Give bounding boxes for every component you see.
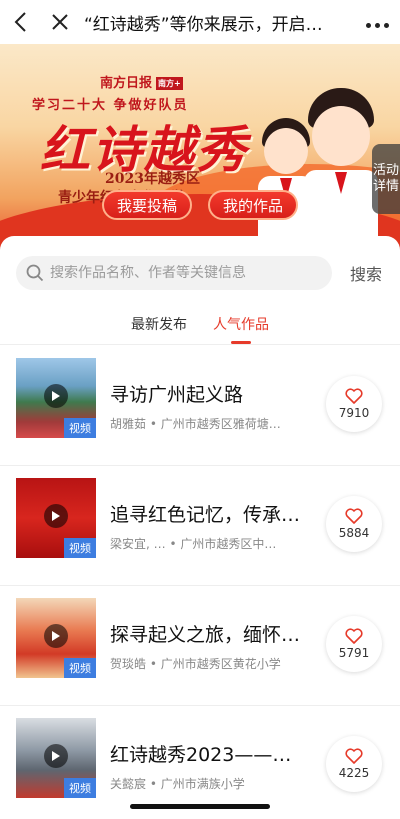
video-thumbnail[interactable]: 视频 [16,478,96,558]
search-icon [26,264,44,282]
video-thumbnail[interactable]: 视频 [16,358,96,438]
search-input[interactable] [50,265,320,281]
video-badge: 视频 [64,778,96,798]
brand-seal: 南方+ [156,77,183,90]
like-count: 5884 [338,526,370,540]
list-item[interactable]: 视频 寻访广州起义路 胡雅茹 • 广州市越秀区雅荷塘… 7910 [0,346,400,466]
search-bar: 搜索 [16,256,384,290]
like-count: 4225 [338,766,370,780]
close-icon [52,14,68,30]
more-dots-icon [364,13,391,32]
item-meta: 胡雅茹 • 广州市越秀区雅荷塘… [110,417,281,431]
video-badge: 视频 [64,538,96,558]
home-indicator[interactable] [130,804,270,809]
play-icon [44,384,68,408]
heart-icon [345,748,363,764]
video-badge: 视频 [64,418,96,438]
activity-details-tab[interactable]: 活动 详情 [372,144,400,214]
tab-popular[interactable]: 人气作品 [213,314,269,344]
item-title[interactable]: 探寻起义之旅，缅怀… [110,620,310,647]
top-nav-bar: “红诗越秀”等你来展示，开启… [0,0,400,44]
brand-logo: 南方日报 南方+ [100,76,183,91]
content-panel: 搜索 最新发布 人气作品 视频 寻访广州起义路 胡雅茹 • 广州市越秀区雅荷塘…… [0,236,400,819]
list-item[interactable]: 视频 探寻起义之旅，缅怀… 贺琰皓 • 广州市越秀区黄花小学 5791 [0,586,400,706]
chevron-left-icon [14,12,26,32]
more-button[interactable] [354,0,400,44]
heart-icon [345,388,363,404]
list-item[interactable]: 视频 红诗越秀2023——… 关懿宸 • 广州市满族小学 4225 [0,706,400,819]
like-count: 5791 [338,646,370,660]
page-title: “红诗越秀”等你来展示，开启… [84,14,323,35]
like-button[interactable]: 5791 [326,616,382,672]
like-button[interactable]: 5884 [326,496,382,552]
like-button[interactable]: 7910 [326,376,382,432]
play-icon [44,624,68,648]
video-thumbnail[interactable]: 视频 [16,598,96,678]
hero-banner: 南方日报南方+ 学习二十大 争做好队员 红诗越秀 2023年越秀区 青少年红色文… [0,44,400,250]
item-title[interactable]: 追寻红色记忆，传承… [110,500,310,527]
tab-bar: 最新发布 人气作品 [0,314,400,344]
heart-icon [345,628,363,644]
video-badge: 视频 [64,658,96,678]
works-list: 视频 寻访广州起义路 胡雅茹 • 广州市越秀区雅荷塘… 7910 视频 追寻红色… [0,346,400,819]
kid-illustration-right [300,84,382,250]
heart-icon [345,508,363,524]
play-icon [44,504,68,528]
item-meta: 关懿宸 • 广州市满族小学 [110,777,245,791]
like-count: 7910 [338,406,370,420]
search-button[interactable]: 搜索 [350,261,382,285]
item-meta: 贺琰皓 • 广州市越秀区黄花小学 [110,657,281,671]
item-meta: 梁安宜, … • 广州市越秀区中… [110,537,277,551]
back-button[interactable] [0,0,40,44]
item-title[interactable]: 寻访广州起义路 [110,380,310,407]
search-box[interactable] [16,256,332,290]
item-title[interactable]: 红诗越秀2023——… [110,740,310,767]
tab-latest[interactable]: 最新发布 [131,314,187,342]
banner-subtitle-line1: 2023年越秀区 [105,171,200,187]
submit-work-button[interactable]: 我要投稿 [102,190,192,220]
play-icon [44,744,68,768]
like-button[interactable]: 4225 [326,736,382,792]
my-works-button[interactable]: 我的作品 [208,190,298,220]
divider [0,344,400,345]
video-thumbnail[interactable]: 视频 [16,718,96,798]
close-button[interactable] [40,0,80,44]
list-item[interactable]: 视频 追寻红色记忆，传承… 梁安宜, … • 广州市越秀区中… 5884 [0,466,400,586]
